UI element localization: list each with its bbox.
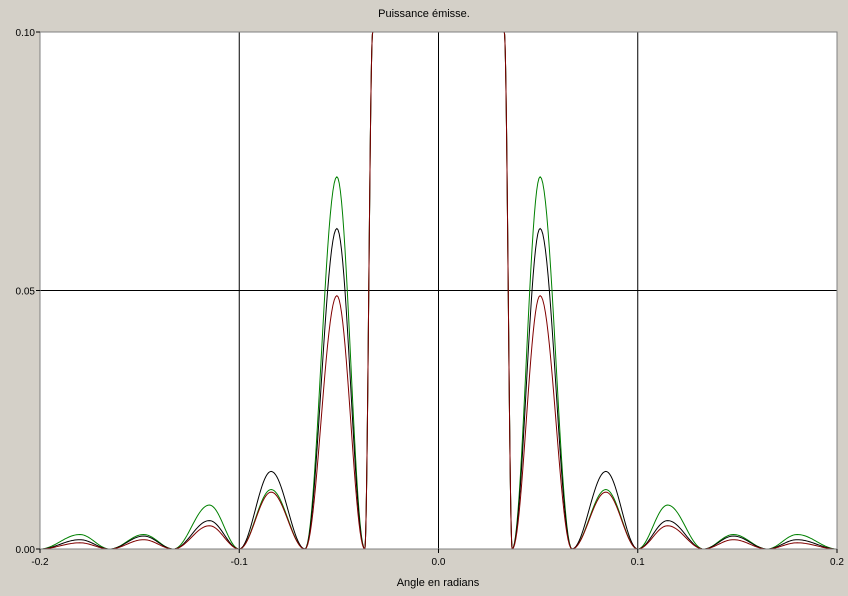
x-tick-label: 0.0 — [432, 557, 446, 568]
chart-svg: Puissance émisse. -0.2 -0.1 0.0 0.1 0.2 0.00… — [16, 8, 845, 589]
x-tick-label: 0.2 — [830, 557, 844, 568]
y-tick-label: 0.05 — [16, 287, 36, 298]
x-tick-label: -0.1 — [231, 557, 249, 568]
chart-window: Puissance émisse. -0.2 -0.1 0.0 0.1 0.2 0.00… — [0, 0, 848, 596]
y-tick-label: 0.10 — [16, 28, 36, 39]
y-axis-ticks: 0.00 0.05 0.10 — [16, 28, 40, 556]
x-axis-ticks: -0.2 -0.1 0.0 0.1 0.2 — [31, 549, 844, 568]
x-tick-label: 0.1 — [631, 557, 645, 568]
y-tick-label: 0.00 — [16, 545, 36, 556]
x-tick-label: -0.2 — [31, 557, 49, 568]
chart-title: Puissance émisse. — [378, 8, 470, 20]
x-axis-label: Angle en radians — [397, 577, 480, 589]
